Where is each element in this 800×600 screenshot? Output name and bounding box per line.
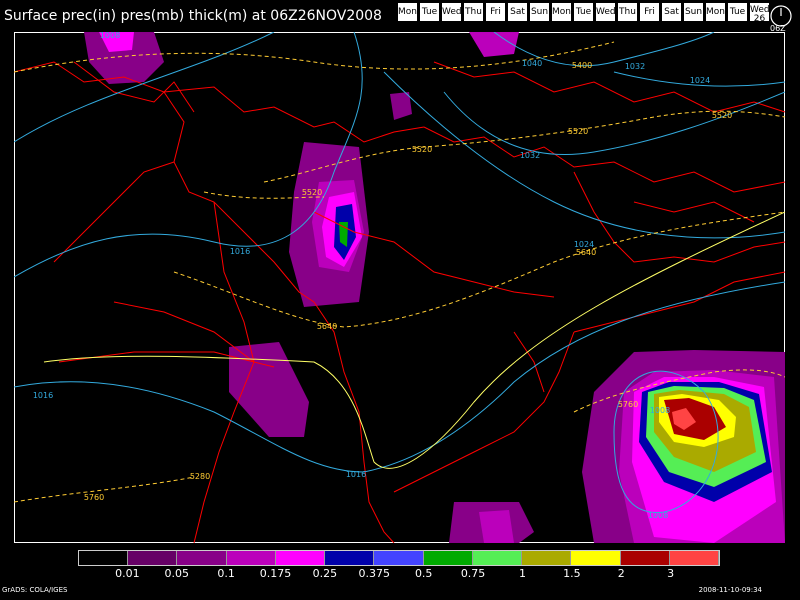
thickness-label: 5520 [412,145,432,154]
thickness-label: 5760 [618,400,638,409]
pressure-label: 1016 [230,247,250,256]
pressure-label: 1008 [648,511,668,520]
map-title: Surface prec(in) pres(mb) thick(m) at 06… [4,8,382,24]
legend-tick: 1 [518,567,526,580]
thickness-label: 5520 [568,127,588,136]
day-cell: Tue [728,3,747,21]
thickness-label: 5400 [572,61,592,70]
day-strip: Mon Tue Wed Thu Fri Sat Sun Mon Tue Wed … [398,3,772,24]
legend-tick: 0.175 [259,567,292,580]
day-cell: Thu [464,3,483,21]
legend-tick: 0.1 [217,567,235,580]
pressure-label: 1024 [690,76,710,85]
day-cell: Sun [684,3,703,21]
pressure-label: 1008 [650,406,670,415]
legend-swatch [522,551,572,565]
day-cell: Fri [640,3,659,21]
legend-swatch [571,551,621,565]
thickness-label: 5640 [317,322,337,331]
day-cell-current: Wed 26 [750,3,770,24]
pressure-label: 1032 [625,62,645,71]
legend-tick: 2 [617,567,625,580]
legend-tick: 0.01 [115,567,140,580]
legend-swatch [620,551,670,565]
thickness-label: 5760 [84,493,104,502]
day-cell: Sat [662,3,681,21]
pressure-label: 1008 [100,32,120,40]
day-cell: Thu [618,3,637,21]
day-cell: Wed [442,3,462,21]
legend-swatch [275,551,326,565]
legend-swatch [177,551,227,565]
thickness-label: 5640 [576,248,596,257]
legend-swatch [79,551,129,565]
legend-tick: 0.25 [312,567,338,580]
legend-swatch [374,551,424,565]
day-cell: Tue [574,3,593,21]
day-cell: Mon [398,3,417,21]
legend-swatch [472,551,523,565]
legend-tick: 0.75 [460,567,486,580]
legend-tick: 0.375 [358,567,391,580]
creation-timestamp: 2008-11-10-09:34 [698,586,762,594]
legend-tick-labels: 0.01 0.05 0.1 0.175 0.25 0.375 0.5 0.75 … [78,567,720,581]
legend-swatch [669,551,720,565]
day-cell: Tue [420,3,439,21]
thickness-label: 5520 [712,111,732,120]
legend-tick: 1.5 [563,567,581,580]
legend-tick: 0.5 [414,567,433,580]
day-cell: Fri [486,3,505,21]
legend-tick: 0.05 [164,567,190,580]
day-cell: Mon [706,3,725,21]
pressure-label: 1032 [520,151,540,160]
precip-area [479,510,514,543]
precip-legend-bar [78,550,720,566]
forecast-map: 1008 1040 1032 1024 1032 1024 1016 1016 … [14,32,785,543]
pressure-label: 1040 [522,59,542,68]
legend-swatch [226,551,276,565]
legend-swatch [325,551,375,565]
legend-swatch [128,551,178,565]
pressure-label: 1016 [346,470,366,479]
thickness-label: 5520 [302,188,322,197]
legend-tick: 3 [667,567,675,580]
day-cell: Mon [552,3,571,21]
thickness-label: 5280 [190,472,210,481]
day-cell: Wed [596,3,616,21]
software-credit: GrADS: COLA/IGES [2,586,68,594]
day-cell: Sun [530,3,549,21]
pressure-label: 1016 [33,391,53,400]
legend-swatch [423,551,473,565]
current-day-number: 26 [753,14,766,24]
day-cell: Sat [508,3,527,21]
